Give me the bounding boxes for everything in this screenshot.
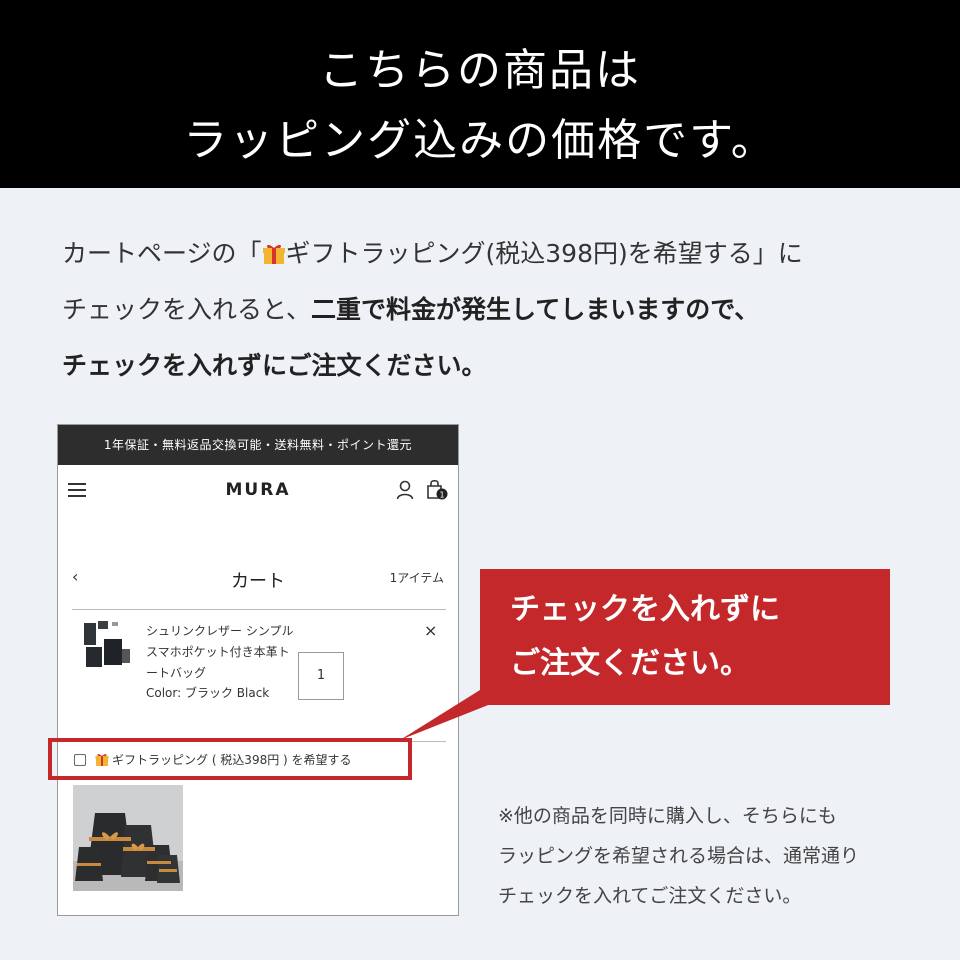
bag-icon[interactable]: 1: [426, 479, 448, 501]
announcement-bar: 1年保証・無料返品交換可能・送料無料・ポイント還元: [58, 425, 458, 465]
footnote-line-3: チェックを入れてご注文ください。: [498, 885, 802, 907]
callout-line-1: チェックを入れずに: [510, 592, 780, 627]
footnote-line-1: ※他の商品を同時に購入し、そちらにも: [498, 805, 837, 827]
product-name[interactable]: シュリンクレザー シンプル スマホポケット付き本革トートバッグ: [146, 621, 296, 684]
cart-screenshot: 1年保証・無料返品交換可能・送料無料・ポイント還元 MURA 1 ‹ カート 1…: [57, 424, 459, 916]
divider: [72, 609, 446, 610]
header-banner: こちらの商品は ラッピング込みの価格です。: [0, 0, 960, 188]
footnote-line-2: ラッピングを希望される場合は、通常通り: [498, 845, 860, 867]
callout-box: チェックを入れずに ご注文ください。: [480, 569, 890, 705]
cart-header: ‹ カート 1アイテム: [58, 565, 458, 592]
banner-line-2: ラッピング込みの価格です。: [183, 115, 777, 166]
callout-line-2: ご注文ください。: [510, 646, 750, 681]
intro-line-2-pre: チェックを入れると、: [62, 295, 312, 324]
banner-line-1: こちらの商品は: [319, 45, 641, 96]
gift-wrap-highlight-box: [48, 738, 412, 780]
quantity-input[interactable]: 1: [298, 652, 344, 700]
gift-wrap-image: [73, 785, 183, 891]
remove-item-icon[interactable]: ×: [424, 621, 437, 640]
user-icon[interactable]: [396, 480, 414, 500]
intro-line-1: カートページの「 ギフトラッピング(税込398円)を希望する」に: [62, 226, 942, 282]
product-variant: Color: ブラック Black: [146, 686, 270, 700]
intro-line-2: チェックを入れると、二重で料金が発生してしまいますので、: [62, 282, 942, 338]
intro-line-2-bold: 二重で料金が発生してしまいますので、: [311, 295, 760, 324]
cart-item-count: 1アイテム: [389, 571, 444, 585]
intro-line-1-pre: カートページの「: [62, 239, 262, 268]
intro-line-3: チェックを入れずにご注文ください。: [62, 338, 942, 394]
product-thumbnail[interactable]: [82, 619, 132, 671]
cart-badge: 1: [439, 491, 444, 500]
intro-line-3-bold: チェックを入れずにご注文ください。: [62, 351, 487, 380]
gift-icon: [262, 244, 285, 264]
intro-text: カートページの「 ギフトラッピング(税込398円)を希望する」に チェックを入れる…: [62, 226, 942, 394]
intro-line-1-post: ギフトラッピング(税込398円)を希望する」に: [285, 239, 803, 268]
site-header: MURA 1: [58, 465, 458, 521]
footnote: ※他の商品を同時に購入し、そちらにも ラッピングを希望される場合は、通常通り チ…: [498, 796, 938, 916]
